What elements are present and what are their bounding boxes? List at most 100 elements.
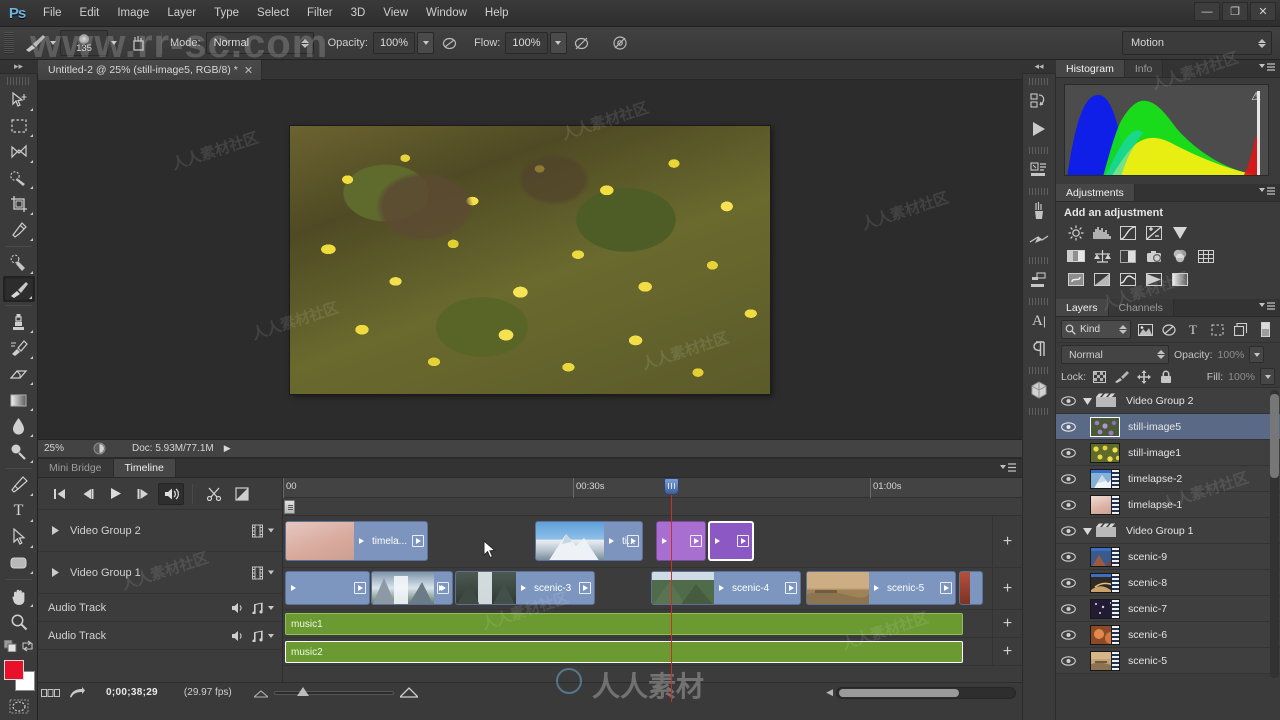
workspace-switcher[interactable]: Motion [1122,31,1272,55]
clip-play-icon[interactable] [604,538,618,544]
clip-scenic-1[interactable] [285,571,370,605]
lock-all-icon[interactable] [1157,368,1174,385]
layers-panel-menu-icon[interactable] [1259,302,1275,311]
clip-play-icon[interactable] [869,585,883,591]
tab-histogram[interactable]: Histogram [1056,60,1125,77]
layer-list[interactable]: Video Group 2 still-image5 still-image1 … [1056,388,1280,680]
layer-row-scenic-5[interactable]: scenic-5 [1056,648,1280,674]
gradient-tool[interactable] [3,387,35,413]
menu-layer[interactable]: Layer [158,3,205,23]
audio-track-options-1[interactable] [231,602,274,614]
clip-still-image1[interactable] [656,521,706,561]
add-audio-1-button[interactable]: + [992,610,1022,637]
visibility-toggle-icon[interactable] [1056,551,1080,562]
gradient-map-icon[interactable] [1170,270,1190,288]
character-panel-icon[interactable]: A | [1024,307,1054,335]
restore-button[interactable]: ❐ [1222,2,1248,21]
clip-play-icon[interactable] [657,538,671,544]
color-lookup-icon[interactable] [1196,247,1216,265]
eyedropper-tool[interactable] [3,217,35,243]
lock-position-icon[interactable] [1135,368,1152,385]
layer-opacity-value[interactable]: 100% [1218,349,1245,361]
track-options-video-1[interactable] [252,566,274,579]
dock-grip-4[interactable] [1029,257,1049,264]
posterize-icon[interactable] [1092,270,1112,288]
layer-row-scenic-6[interactable]: scenic-6 [1056,622,1280,648]
path-selection-tool[interactable] [3,524,35,550]
visibility-toggle-icon[interactable] [1056,499,1080,510]
properties-panel-icon[interactable] [1024,156,1054,184]
scrollbar-track[interactable] [836,686,1016,699]
expand-triangle-icon[interactable] [48,568,62,577]
opacity-field[interactable]: 100% [372,32,416,54]
type-filter-icon[interactable]: T [1183,320,1203,339]
track-header-audio-2[interactable]: Audio Track [38,622,282,650]
zoom-slider-track[interactable] [273,686,394,696]
timeline-ruler[interactable]: 00 00:30s 01:00s [283,478,1022,498]
track-options-video-2[interactable] [252,524,274,537]
layer-row-video-group-2[interactable]: Video Group 2 [1056,388,1280,414]
timeline-work-area[interactable] [283,498,1022,516]
fill-dropdown-icon[interactable] [1260,368,1275,385]
expand-triangle-icon[interactable] [48,526,62,535]
audio-track-options-2[interactable] [231,630,274,642]
document-profile-icon[interactable] [88,442,110,455]
foreground-color-swatch[interactable] [3,660,24,680]
clip-scenic-4[interactable]: scenic-4 [651,571,801,605]
brush-tool[interactable] [2,276,35,302]
track-menu-caret-icon[interactable] [268,528,274,533]
clip-options-icon[interactable] [627,535,639,547]
visibility-toggle-icon[interactable] [1056,577,1080,588]
history-brush-tool[interactable] [3,335,35,361]
flow-dropdown-icon[interactable] [549,32,567,54]
opacity-dropdown-icon[interactable] [417,32,435,54]
zoom-tool[interactable] [3,609,35,635]
layer-row-still-image1[interactable]: still-image1 [1056,440,1280,466]
menu-select[interactable]: Select [248,3,298,23]
pixel-filter-icon[interactable] [1135,320,1155,339]
clip-play-icon[interactable] [516,585,530,591]
paragraph-panel-icon[interactable] [1024,335,1054,363]
dock-grip-6[interactable] [1029,367,1049,374]
brush-panel-icon[interactable] [1024,197,1054,225]
clip-scenic-3[interactable]: scenic-3 [455,571,595,605]
brush-size-field[interactable]: 135 [60,30,108,56]
add-audio-2-button[interactable]: + [992,638,1022,665]
histogram-panel-menu-icon[interactable] [1259,63,1275,72]
blur-tool[interactable] [3,413,35,439]
clone-source-panel-icon[interactable] [1024,225,1054,253]
options-bar-grip[interactable] [4,32,14,54]
move-tool[interactable] [3,87,35,113]
smart-object-filter-icon[interactable] [1231,320,1251,339]
visibility-toggle-icon[interactable] [1056,395,1080,406]
layer-blend-mode-select[interactable]: Normal [1061,345,1169,364]
lasso-tool[interactable] [3,139,35,165]
photo-filter-icon[interactable] [1144,247,1164,265]
clip-options-icon[interactable] [785,582,797,594]
menu-window[interactable]: Window [417,3,476,23]
add-media-video-group-1-button[interactable]: + [992,568,1022,609]
crop-tool[interactable] [3,191,35,217]
audio-clip-music1[interactable]: music1 [285,613,963,635]
layers-scrollbar-thumb[interactable] [1270,394,1279,478]
clip-options-icon[interactable] [737,535,749,547]
split-at-playhead-button[interactable] [201,483,227,505]
timeline-playhead[interactable] [664,478,679,702]
fill-value[interactable]: 100% [1228,371,1255,383]
tab-timeline[interactable]: Timeline [113,459,176,477]
adjustment-filter-icon[interactable] [1159,320,1179,339]
clip-options-icon[interactable] [940,582,952,594]
dock-collapse-button[interactable]: ◂◂ [1022,60,1056,74]
dodge-tool[interactable] [3,439,35,465]
menu-edit[interactable]: Edit [71,3,109,23]
layer-row-timelapse-1[interactable]: timelapse-1 [1056,492,1280,518]
canvas-area[interactable] [38,80,1022,440]
clip-still-image5-selected[interactable] [708,521,754,561]
spot-healing-brush-tool[interactable] [3,250,35,276]
layer-opacity-dropdown-icon[interactable] [1249,346,1265,363]
dock-grip-2[interactable] [1029,147,1049,154]
airbrush-toggle-icon[interactable] [125,30,151,56]
menu-view[interactable]: View [374,3,417,23]
visibility-toggle-icon[interactable] [1056,421,1080,432]
clip-options-icon[interactable] [579,582,591,594]
